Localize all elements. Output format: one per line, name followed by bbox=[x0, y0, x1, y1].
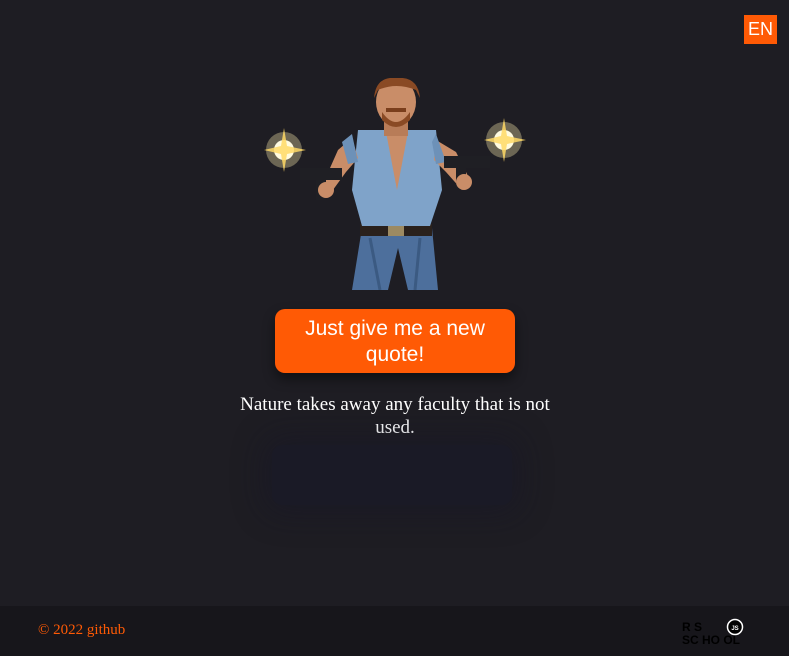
js-badge-label: JS bbox=[731, 626, 738, 632]
chuck-norris-image bbox=[260, 78, 530, 290]
rs-logo-line1: R S bbox=[682, 620, 702, 634]
new-quote-button[interactable]: Just give me a new quote! bbox=[275, 309, 515, 373]
github-link[interactable]: github bbox=[87, 622, 125, 638]
footer-credits: © 2022 github bbox=[38, 622, 125, 639]
quote-text: Nature takes away any faculty that is no… bbox=[240, 394, 550, 438]
quote-card-shadow bbox=[272, 445, 512, 505]
copyright-text: © 2022 bbox=[38, 622, 84, 638]
language-toggle-button[interactable]: EN bbox=[744, 15, 777, 44]
muzzle-flash-right-icon bbox=[484, 118, 526, 162]
footer: © 2022 github R S SC HO OL JS bbox=[0, 606, 789, 656]
rs-logo-line2: SC HO OL bbox=[682, 633, 740, 647]
rs-school-logo[interactable]: R S SC HO OL JS bbox=[682, 618, 754, 648]
muzzle-flash-left-icon bbox=[264, 128, 306, 172]
